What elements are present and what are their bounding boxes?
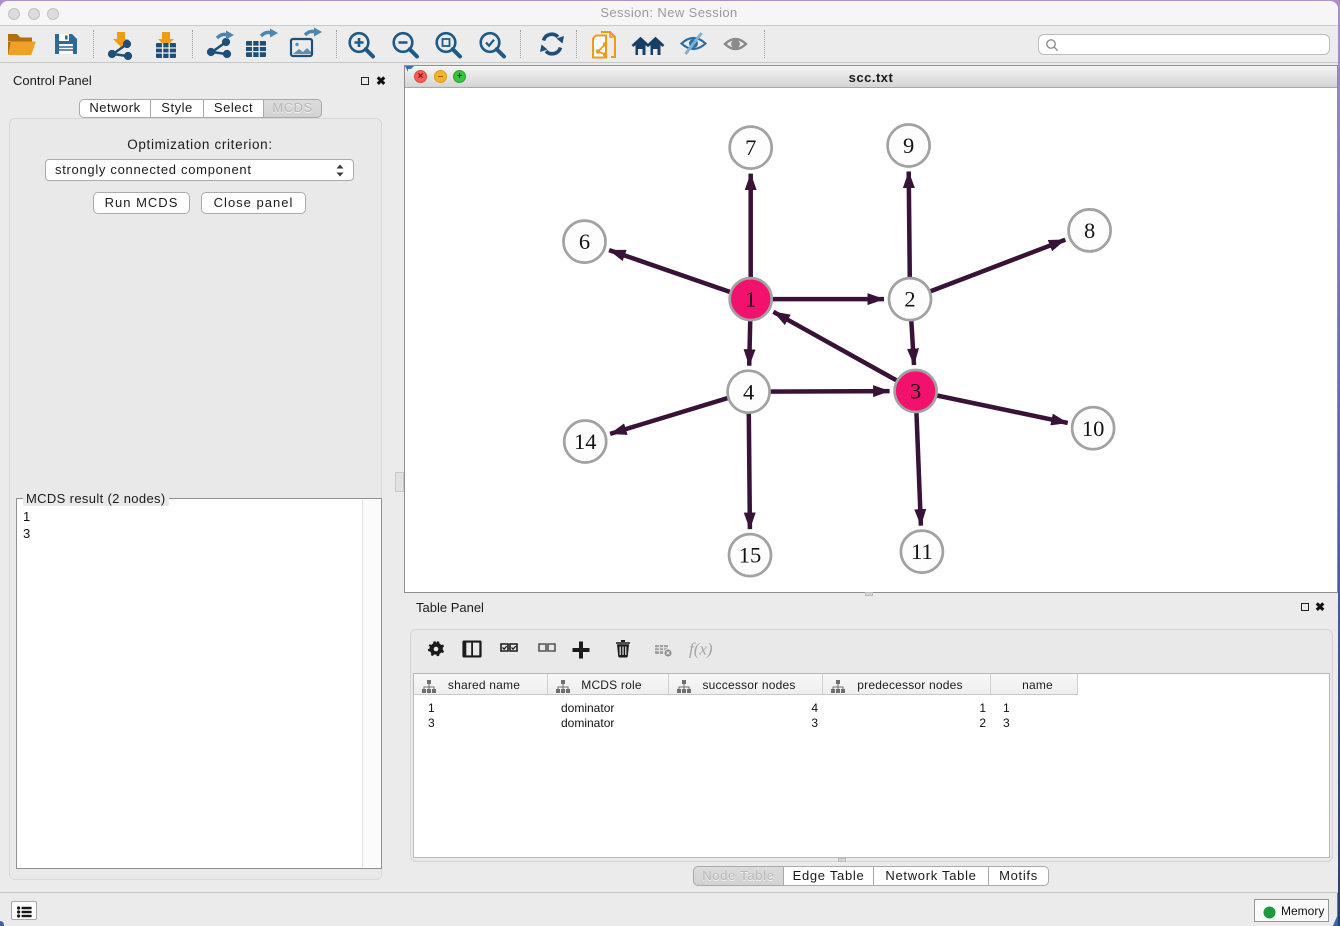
svg-text:3: 3: [910, 379, 921, 404]
svg-text:14: 14: [574, 429, 597, 454]
svg-text:8: 8: [1084, 218, 1095, 243]
svg-text:15: 15: [739, 543, 762, 568]
svg-text:2: 2: [904, 287, 915, 312]
svg-text:f(x): f(x): [689, 640, 713, 659]
svg-text:10: 10: [1082, 416, 1105, 441]
svg-text:11: 11: [911, 539, 933, 564]
svg-text:9: 9: [903, 133, 914, 158]
svg-text:4: 4: [743, 379, 754, 404]
svg-text:6: 6: [579, 229, 590, 254]
svg-text:7: 7: [745, 135, 756, 160]
svg-text:1: 1: [745, 287, 756, 312]
